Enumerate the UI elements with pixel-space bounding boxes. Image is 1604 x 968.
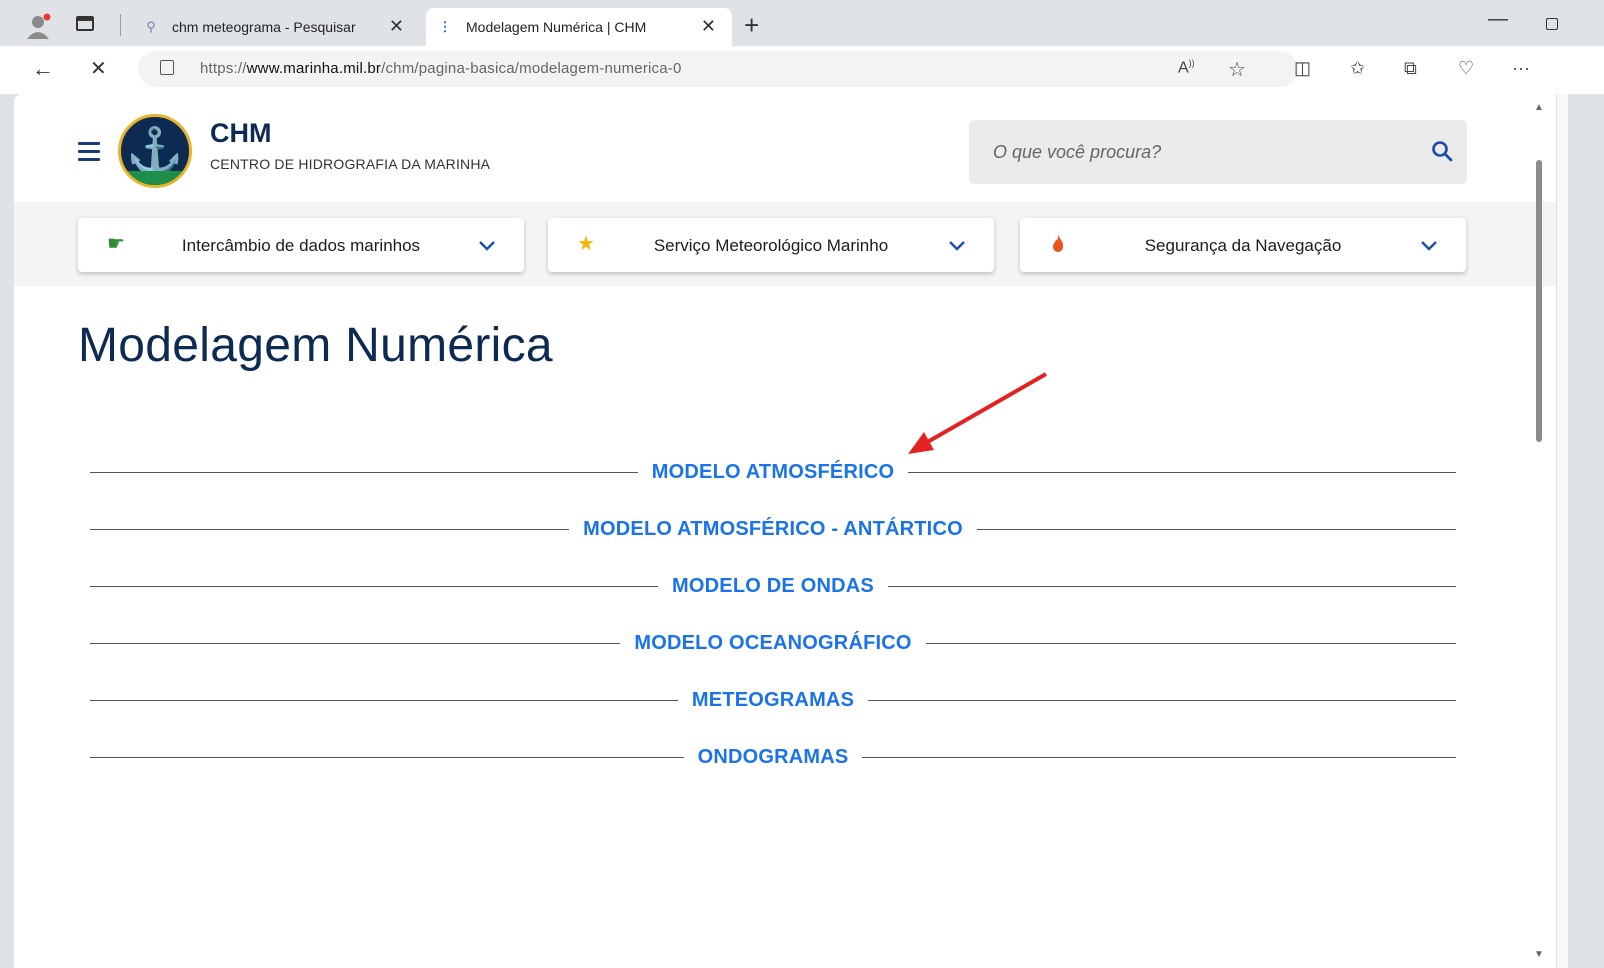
chevron-down-icon[interactable] — [1420, 236, 1438, 254]
scrollbar[interactable]: ▲ ▼ — [1532, 98, 1546, 964]
read-aloud-icon[interactable]: A)) — [1178, 58, 1195, 77]
minimize-icon[interactable]: — — [1488, 8, 1508, 31]
divider — [908, 472, 1457, 473]
new-tab-icon[interactable]: + — [744, 10, 759, 41]
search-icon: ⚲ — [146, 19, 156, 34]
page-viewport: ⚓ CHM CENTRO DE HIDROGRAFIA DA MARINHA O… — [14, 94, 1568, 968]
tab-active[interactable]: ⋮ Modelagem Numérica | CHM ✕ — [426, 8, 732, 46]
site-info-icon[interactable] — [160, 60, 174, 75]
stop-icon[interactable]: ✕ — [90, 56, 107, 81]
link-modelo-oceanografico[interactable]: MODELO OCEANOGRÁFICO — [620, 632, 925, 655]
menu-label: Serviço Meteorológico Marinho — [653, 236, 889, 255]
sidebar-edge — [1556, 94, 1568, 968]
close-icon[interactable]: ✕ — [389, 16, 404, 37]
favorites-icon[interactable]: ✩ — [1350, 58, 1365, 79]
divider — [887, 586, 1456, 587]
chevron-down-icon[interactable] — [478, 236, 496, 254]
page-title: Modelagem Numérica — [78, 319, 553, 372]
tab-title: Modelagem Numérica | CHM — [466, 19, 647, 35]
list-item: MODELO ATMOSFÉRICO - ANTÁRTICO — [90, 501, 1457, 558]
list-item: ONDOGRAMAS — [90, 729, 1457, 786]
logo-wave — [121, 171, 189, 185]
back-icon[interactable]: ← — [32, 56, 54, 82]
link-modelo-de-ondas[interactable]: MODELO DE ONDAS — [658, 575, 888, 598]
link-meteogramas[interactable]: METEOGRAMAS — [678, 689, 868, 712]
model-links-list: MODELO ATMOSFÉRICO MODELO ATMOSFÉRICO - … — [90, 444, 1457, 786]
scroll-down-icon[interactable]: ▼ — [1534, 949, 1544, 960]
divider — [868, 700, 1457, 701]
link-modelo-atmosferico[interactable]: MODELO ATMOSFÉRICO — [638, 461, 908, 484]
main-menu: ☛ Intercâmbio de dados marinhos ★ Serviç… — [14, 202, 1568, 286]
scroll-up-icon[interactable]: ▲ — [1534, 102, 1544, 113]
menu-servico-meteorologico[interactable]: ★ Serviço Meteorológico Marinho — [548, 218, 994, 272]
menu-seguranca-navegacao[interactable]: Segurança da Navegação — [1020, 218, 1466, 272]
hamburger-menu-icon[interactable] — [78, 142, 100, 161]
list-item: MODELO DE ONDAS — [90, 558, 1456, 615]
tab-separator — [120, 14, 121, 36]
more-menu-icon[interactable]: ··· — [1512, 58, 1530, 79]
list-item: METEOGRAMAS — [90, 672, 1457, 729]
divider — [90, 472, 638, 473]
menu-label: Segurança da Navegação — [1144, 236, 1342, 255]
divider — [925, 643, 1456, 644]
chevron-down-icon[interactable] — [948, 236, 966, 254]
restore-icon[interactable] — [1546, 18, 1558, 30]
collections-icon[interactable]: ⧉ — [1404, 58, 1417, 79]
search-box[interactable]: O que você procura? — [969, 120, 1467, 184]
scroll-thumb[interactable] — [1536, 160, 1542, 442]
divider — [90, 643, 621, 644]
list-item: MODELO OCEANOGRÁFICO — [90, 615, 1456, 672]
loading-icon: ⋮ — [438, 19, 452, 34]
divider — [862, 757, 1457, 758]
menu-intercambio[interactable]: ☛ Intercâmbio de dados marinhos — [78, 218, 524, 272]
close-icon[interactable]: ✕ — [701, 16, 716, 37]
divider — [90, 529, 570, 530]
divider — [90, 700, 678, 701]
list-item: MODELO ATMOSFÉRICO — [90, 444, 1457, 501]
browser-tab-bar: ⚲ chm meteograma - Pesquisar ✕ ⋮ Modelag… — [0, 0, 1604, 46]
address-bar-row: ← ✕ https://www.marinha.mil.br/chm/pagin… — [0, 46, 1604, 94]
site-subtitle: CENTRO DE HIDROGRAFIA DA MARINHA — [210, 156, 491, 172]
search-input[interactable]: O que você procura? — [993, 142, 1161, 163]
url-field[interactable]: https://www.marinha.mil.br/chm/pagina-ba… — [138, 51, 1298, 87]
browser-essentials-icon[interactable]: ♡ — [1458, 58, 1474, 79]
url-text: https://www.marinha.mil.br/chm/pagina-ba… — [200, 60, 682, 77]
profile-icon[interactable] — [26, 13, 52, 39]
divider — [90, 586, 659, 587]
divider — [90, 757, 684, 758]
search-icon[interactable] — [1431, 140, 1453, 162]
split-screen-icon[interactable]: ◫ — [1294, 58, 1311, 79]
tab-actions-icon[interactable] — [76, 16, 94, 31]
annotation-arrow — [908, 372, 1047, 454]
tab-title: chm meteograma - Pesquisar — [172, 19, 356, 35]
favorite-star-icon[interactable]: ☆ — [1228, 57, 1246, 82]
tab-search[interactable]: ⚲ chm meteograma - Pesquisar ✕ — [132, 8, 420, 46]
site-title[interactable]: CHM — [210, 118, 272, 149]
menu-label: Intercâmbio de dados marinhos — [181, 236, 421, 255]
chm-logo[interactable]: ⚓ — [118, 114, 192, 188]
divider — [976, 529, 1457, 530]
link-modelo-atmosferico-antartico[interactable]: MODELO ATMOSFÉRICO - ANTÁRTICO — [569, 518, 977, 541]
link-ondogramas[interactable]: ONDOGRAMAS — [684, 746, 863, 769]
